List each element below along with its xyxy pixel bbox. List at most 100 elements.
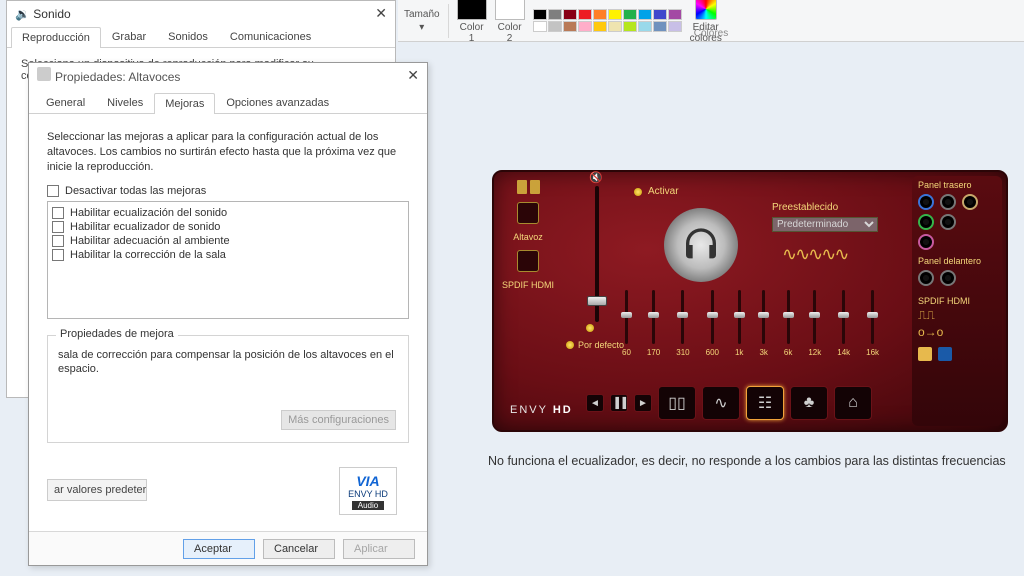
palette-swatch[interactable] bbox=[578, 9, 592, 20]
palette-swatch[interactable] bbox=[668, 21, 682, 32]
enhancements-list[interactable]: Habilitar ecualización del sonido Habilit… bbox=[47, 201, 409, 319]
close-icon[interactable]: ✕ bbox=[407, 67, 419, 84]
eq-track bbox=[813, 290, 816, 344]
eq-band[interactable]: 1k bbox=[735, 290, 743, 357]
enhancement-row[interactable]: Habilitar la corrección de la sala bbox=[52, 249, 404, 261]
palette-swatch[interactable] bbox=[638, 9, 652, 20]
next-button[interactable]: ► bbox=[634, 394, 652, 412]
color1-button[interactable]: Color 1 bbox=[457, 0, 487, 44]
eq-thumb[interactable] bbox=[783, 312, 794, 318]
eq-thumb[interactable] bbox=[809, 312, 820, 318]
slider-thumb[interactable] bbox=[587, 296, 607, 306]
activate-row[interactable]: Activar bbox=[634, 186, 679, 197]
eq-thumb[interactable] bbox=[758, 312, 769, 318]
info-icon[interactable] bbox=[938, 347, 952, 361]
restore-defaults-button[interactable]: ar valores predeterr bbox=[47, 479, 147, 501]
close-icon[interactable]: ✕ bbox=[375, 5, 387, 22]
spdif-select-button[interactable] bbox=[517, 250, 539, 272]
enhancement-row[interactable]: Habilitar ecualización del sonido bbox=[52, 207, 404, 219]
palette-swatch[interactable] bbox=[563, 21, 577, 32]
props-tab[interactable]: Opciones avanzadas bbox=[215, 92, 340, 113]
checkbox-icon[interactable] bbox=[52, 235, 64, 247]
eq-band[interactable]: 6k bbox=[784, 290, 792, 357]
mode-sine-button[interactable]: ∿ bbox=[702, 386, 740, 420]
palette-swatch[interactable] bbox=[608, 21, 622, 32]
default-row[interactable]: Por defecto bbox=[566, 340, 624, 350]
jack-tan[interactable] bbox=[962, 194, 978, 210]
jack-black[interactable] bbox=[940, 194, 956, 210]
sound-tab[interactable]: Reproducción bbox=[11, 27, 101, 48]
mode-environment-button[interactable]: ♣ bbox=[790, 386, 828, 420]
eq-band[interactable]: 12k bbox=[808, 290, 821, 357]
eq-thumb[interactable] bbox=[867, 312, 878, 318]
ok-button[interactable]: Aceptar bbox=[183, 539, 255, 559]
jack-black[interactable] bbox=[940, 270, 956, 286]
checkbox-icon[interactable] bbox=[52, 207, 64, 219]
props-tab[interactable]: Mejoras bbox=[154, 93, 215, 114]
eq-thumb[interactable] bbox=[707, 312, 718, 318]
eq-thumb[interactable] bbox=[677, 312, 688, 318]
palette-swatch[interactable] bbox=[608, 9, 622, 20]
play-button[interactable]: ▐▐ bbox=[610, 394, 628, 412]
props-tab[interactable]: General bbox=[35, 92, 96, 113]
sound-tab[interactable]: Comunicaciones bbox=[219, 26, 322, 47]
palette-swatch[interactable] bbox=[623, 9, 637, 20]
eq-thumb[interactable] bbox=[648, 312, 659, 318]
rear-jacks-row2 bbox=[918, 214, 996, 230]
props-body: Seleccionar las mejoras a aplicar para l… bbox=[29, 114, 427, 459]
jack-blue[interactable] bbox=[918, 194, 934, 210]
eq-band[interactable]: 3k bbox=[759, 290, 767, 357]
eq-band[interactable]: 600 bbox=[706, 290, 719, 357]
palette-swatch[interactable] bbox=[533, 9, 547, 20]
eq-band[interactable]: 14k bbox=[837, 290, 850, 357]
speaker-select-button[interactable] bbox=[517, 202, 539, 224]
palette-swatch[interactable] bbox=[638, 21, 652, 32]
palette-swatch[interactable] bbox=[533, 21, 547, 32]
palette-swatch[interactable] bbox=[548, 9, 562, 20]
preset-select[interactable]: Predeterminado bbox=[772, 217, 878, 232]
enhancement-row[interactable]: Habilitar ecualizador de sonido bbox=[52, 221, 404, 233]
checkbox-icon[interactable] bbox=[52, 221, 64, 233]
size-dropdown[interactable]: Tamaño ▾ bbox=[404, 9, 440, 33]
wrench-icon[interactable] bbox=[918, 347, 932, 361]
eq-freq-label: 14k bbox=[837, 348, 850, 357]
master-volume-slider[interactable] bbox=[580, 186, 614, 346]
enhancement-row[interactable]: Habilitar adecuación al ambiente bbox=[52, 235, 404, 247]
jack-pink[interactable] bbox=[918, 234, 934, 250]
eq-thumb[interactable] bbox=[734, 312, 745, 318]
eq-band[interactable]: 170 bbox=[647, 290, 660, 357]
props-tab[interactable]: Niveles bbox=[96, 92, 154, 113]
headphone-dial[interactable] bbox=[664, 208, 738, 282]
mode-speakers-button[interactable]: ▯▯ bbox=[658, 386, 696, 420]
sound-tab[interactable]: Grabar bbox=[101, 26, 157, 47]
color2-button[interactable]: Color 2 bbox=[495, 0, 525, 44]
jack-grey[interactable] bbox=[940, 214, 956, 230]
equalizer[interactable]: 60 170 310 600 1k3k 6k 12k 14k 16k bbox=[622, 290, 879, 357]
mute-icon[interactable]: 🔇 bbox=[582, 171, 610, 184]
sound-tab[interactable]: Sonidos bbox=[157, 26, 219, 47]
checkbox-icon[interactable] bbox=[52, 249, 64, 261]
palette-swatch[interactable] bbox=[593, 9, 607, 20]
palette-swatch[interactable] bbox=[548, 21, 562, 32]
cancel-button[interactable]: Cancelar bbox=[263, 539, 335, 559]
palette-swatch[interactable] bbox=[668, 9, 682, 20]
mode-eq-button[interactable]: ☷ bbox=[746, 386, 784, 420]
eq-band[interactable]: 16k bbox=[866, 290, 879, 357]
mode-room-button[interactable]: ⌂ bbox=[834, 386, 872, 420]
palette-swatch[interactable] bbox=[653, 9, 667, 20]
eq-band[interactable]: 60 bbox=[622, 290, 631, 357]
eq-thumb[interactable] bbox=[838, 312, 849, 318]
prev-button[interactable]: ◄ bbox=[586, 394, 604, 412]
jack-green[interactable] bbox=[918, 214, 934, 230]
color-palette[interactable] bbox=[533, 9, 682, 32]
palette-swatch[interactable] bbox=[578, 21, 592, 32]
disable-all-checkbox-row[interactable]: Desactivar todas las mejoras bbox=[47, 185, 409, 197]
palette-swatch[interactable] bbox=[623, 21, 637, 32]
palette-swatch[interactable] bbox=[593, 21, 607, 32]
jack-black[interactable] bbox=[918, 270, 934, 286]
checkbox-icon[interactable] bbox=[47, 185, 59, 197]
eq-band[interactable]: 310 bbox=[676, 290, 689, 357]
palette-swatch[interactable] bbox=[653, 21, 667, 32]
palette-swatch[interactable] bbox=[563, 9, 577, 20]
eq-thumb[interactable] bbox=[621, 312, 632, 318]
